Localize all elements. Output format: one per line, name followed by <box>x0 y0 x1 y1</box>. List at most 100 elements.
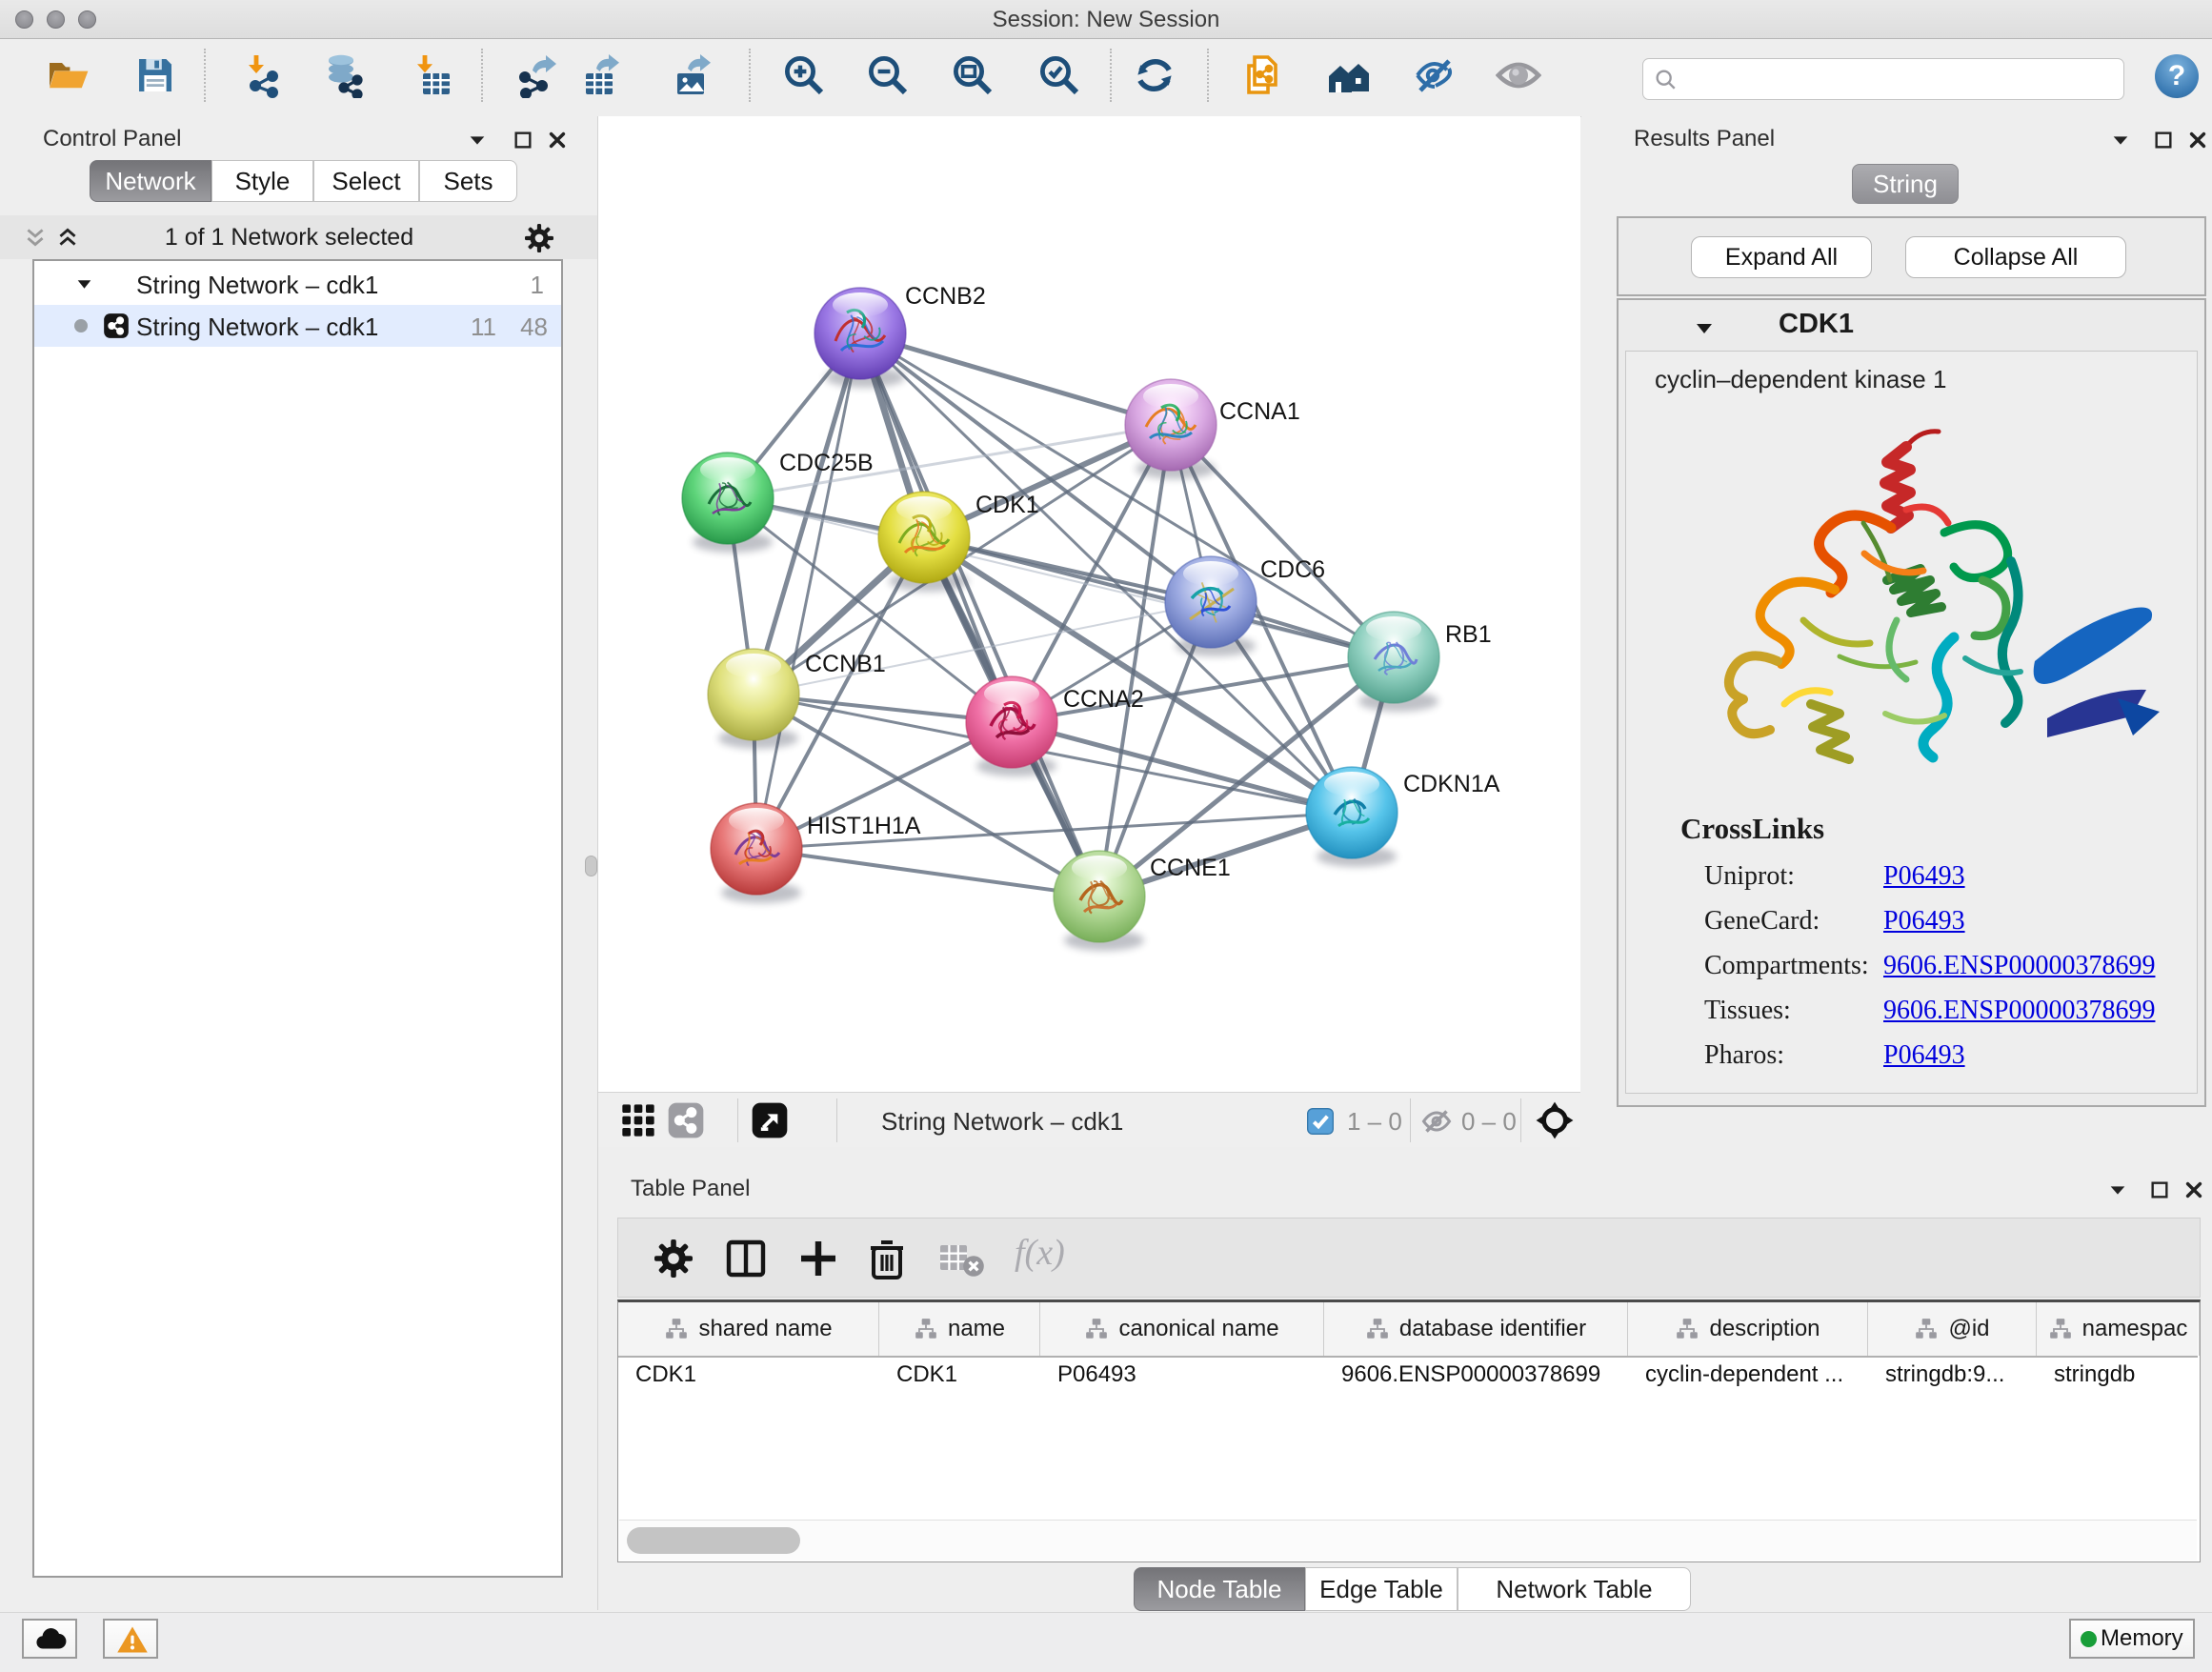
export-table-icon[interactable] <box>580 52 626 98</box>
expand-all-button[interactable]: Expand All <box>1691 236 1872 278</box>
table-cell[interactable]: P06493 <box>1057 1361 1136 1388</box>
network-node-CDC6[interactable] <box>1165 556 1257 656</box>
tab-sets[interactable]: Sets <box>419 160 517 202</box>
help-button[interactable]: ? <box>2155 54 2199 98</box>
table-cell[interactable]: 9606.ENSP00000378699 <box>1341 1361 1600 1388</box>
table-cell[interactable]: stringdb <box>2054 1361 2135 1388</box>
table-cell[interactable]: cyclin-dependent ... <box>1645 1361 1843 1388</box>
memory-button[interactable]: Memory <box>2069 1619 2195 1659</box>
table-panel-float-icon[interactable] <box>2149 1179 2170 1200</box>
save-session-icon[interactable] <box>132 52 178 98</box>
import-table-icon[interactable] <box>408 52 453 98</box>
show-all-icon[interactable] <box>1496 52 1541 98</box>
first-neighbors-icon[interactable] <box>1325 52 1371 98</box>
open-session-icon[interactable] <box>46 52 91 98</box>
crosslink-link[interactable]: P06493 <box>1883 861 1965 891</box>
toolbar-separator <box>749 49 751 102</box>
table-scrollbar <box>619 1520 2197 1561</box>
column-header-canonical-name[interactable]: canonical name <box>1040 1302 1324 1356</box>
memory-label: Memory <box>2101 1625 2183 1651</box>
table-panel-menu-icon[interactable] <box>2107 1179 2128 1200</box>
apply-layout-icon[interactable] <box>1132 52 1177 98</box>
column-header-name[interactable]: name <box>879 1302 1040 1356</box>
network-node-HIST1H1A[interactable] <box>711 803 802 903</box>
hidden-eye-icon <box>1419 1104 1454 1138</box>
show-columns-icon[interactable] <box>723 1236 769 1281</box>
table-cell[interactable]: stringdb:9... <box>1885 1361 2004 1388</box>
column-header-description[interactable]: description <box>1628 1302 1868 1356</box>
tab-string[interactable]: String <box>1852 164 1959 204</box>
hide-selected-icon[interactable] <box>1412 52 1458 98</box>
crosslink-row: GeneCard:P06493 <box>1704 906 1965 937</box>
column-header-label: shared name <box>698 1316 832 1342</box>
tab-network[interactable]: Network <box>90 160 211 202</box>
collapse-all-icon[interactable] <box>23 225 48 250</box>
network-node-CCNA1[interactable] <box>1125 379 1217 479</box>
net-toolbar-separator3 <box>1410 1098 1411 1142</box>
tab-select[interactable]: Select <box>313 160 419 202</box>
tab-edge-table[interactable]: Edge Table <box>1305 1567 1458 1611</box>
selected-checkbox-icon[interactable] <box>1305 1106 1336 1137</box>
node-label-CCNE1: CCNE1 <box>1150 855 1231 881</box>
network-collection-row[interactable]: String Network – cdk1 1 <box>34 263 561 305</box>
zoom-selected-icon[interactable] <box>1036 52 1082 98</box>
table-scrollbar-thumb[interactable] <box>627 1527 800 1554</box>
network-node-CDKN1A[interactable] <box>1306 767 1398 867</box>
network-node-CDC25B[interactable] <box>682 453 774 553</box>
zoom-out-icon[interactable] <box>865 52 911 98</box>
export-image-icon[interactable] <box>672 52 717 98</box>
tab-network-table[interactable]: Network Table <box>1458 1567 1691 1611</box>
birds-eye-view-icon[interactable] <box>619 1101 657 1139</box>
crosslink-link[interactable]: P06493 <box>1883 906 1965 936</box>
network-row[interactable]: String Network – cdk1 11 48 <box>34 305 561 347</box>
network-node-RB1[interactable] <box>1348 612 1439 712</box>
tab-style[interactable]: Style <box>211 160 313 202</box>
column-header-shared-name[interactable]: shared name <box>618 1302 879 1356</box>
import-network-from-database-icon[interactable] <box>322 52 368 98</box>
copy-network-icon[interactable] <box>1239 52 1285 98</box>
search-input[interactable] <box>1685 63 2108 95</box>
cdk1-expander-icon[interactable] <box>1695 319 1714 338</box>
results-panel-menu-icon[interactable] <box>2110 130 2131 151</box>
left-splitter-handle[interactable] <box>585 856 597 876</box>
control-panel-float-icon[interactable] <box>513 130 533 151</box>
results-panel-float-icon[interactable] <box>2153 130 2174 151</box>
search-box[interactable] <box>1642 58 2124 100</box>
network-node-CDK1[interactable] <box>878 492 970 592</box>
crosslink-link[interactable]: P06493 <box>1883 1040 1965 1070</box>
network-node-CCNB1[interactable] <box>708 649 799 749</box>
collapse-all-button[interactable]: Collapse All <box>1905 236 2126 278</box>
import-network-icon[interactable] <box>239 52 285 98</box>
network-view[interactable]: CCNB2 CCNA1 CDC25B CDK1 CDC6 RB1 CCNB1 <box>598 116 1580 1092</box>
zoom-in-icon[interactable] <box>781 52 827 98</box>
export-network-icon[interactable] <box>513 52 559 98</box>
tab-node-table[interactable]: Node Table <box>1134 1567 1305 1611</box>
control-panel-close-icon[interactable] <box>547 130 568 151</box>
crosslink-link[interactable]: 9606.ENSP00000378699 <box>1883 951 2155 980</box>
column-header--id[interactable]: @id <box>1868 1302 2037 1356</box>
expand-all-icon[interactable] <box>55 225 80 250</box>
column-header-database-identifier[interactable]: database identifier <box>1324 1302 1628 1356</box>
column-header-namespac[interactable]: namespac <box>2037 1302 2200 1356</box>
crosslink-label: Uniprot: <box>1704 861 1883 892</box>
string-view-icon[interactable] <box>667 1101 705 1139</box>
fit-content-crosshair-icon[interactable] <box>1534 1099 1576 1141</box>
control-panel-menu-icon[interactable] <box>467 130 488 151</box>
zoom-fit-icon[interactable] <box>950 52 995 98</box>
add-column-icon[interactable] <box>795 1236 841 1281</box>
table-cell[interactable]: CDK1 <box>635 1361 696 1388</box>
crosslink-link[interactable]: 9606.ENSP00000378699 <box>1883 996 2155 1025</box>
network-options-gear-icon[interactable] <box>522 221 556 255</box>
network-node-CCNA2[interactable] <box>966 676 1057 776</box>
cloud-button[interactable] <box>22 1619 77 1659</box>
open-in-window-icon[interactable] <box>751 1101 789 1139</box>
delete-column-icon[interactable] <box>864 1236 910 1281</box>
table-cell[interactable]: CDK1 <box>896 1361 957 1388</box>
table-settings-gear-icon[interactable] <box>651 1236 696 1281</box>
collection-expander-icon[interactable] <box>76 276 92 292</box>
node-table: shared name namecanonical namedatabase id… <box>617 1299 2201 1562</box>
results-panel-close-icon[interactable] <box>2187 130 2208 151</box>
warnings-button[interactable] <box>103 1619 158 1659</box>
table-panel-close-icon[interactable] <box>2183 1179 2204 1200</box>
network-node-CCNE1[interactable] <box>1054 851 1145 951</box>
